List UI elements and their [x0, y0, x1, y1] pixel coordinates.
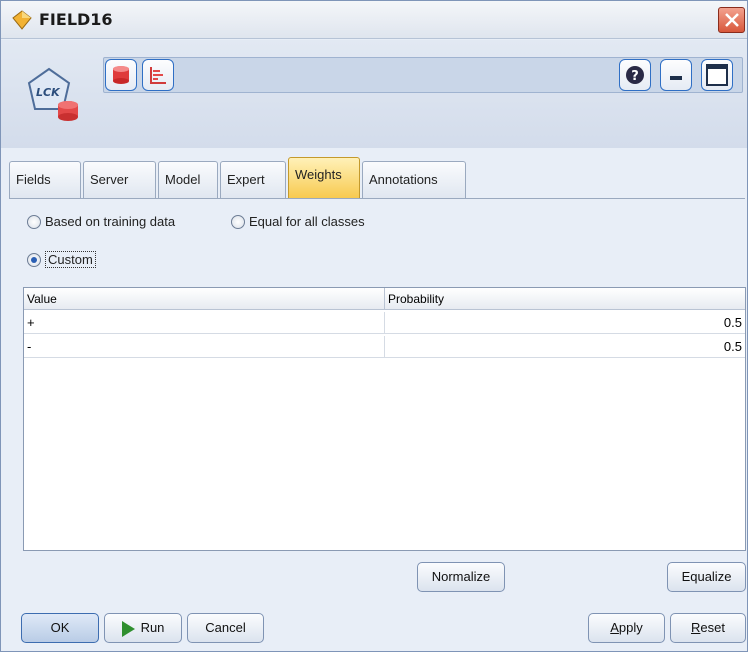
radio-label: Custom: [45, 251, 96, 269]
tab-label: Weights: [295, 167, 342, 182]
apply-label: Apply: [610, 620, 643, 635]
radio-equal-for-all-classes[interactable]: Equal for all classes: [231, 213, 365, 229]
tab-label: Expert: [227, 172, 265, 187]
tab-label: Annotations: [369, 172, 438, 187]
database-button[interactable]: [105, 59, 137, 91]
database-icon: [113, 66, 129, 84]
radio-label: Based on training data: [45, 214, 176, 230]
tab-label: Server: [90, 172, 129, 187]
tab-weights[interactable]: Weights: [288, 157, 360, 199]
diamond-node-icon: [12, 10, 32, 30]
tab-divider: [9, 198, 745, 199]
radio-button[interactable]: [231, 214, 245, 229]
tab-model[interactable]: Model: [158, 161, 218, 199]
model-node-icon: LCK: [27, 67, 78, 121]
tab-expert[interactable]: Expert: [220, 161, 286, 199]
tab-label: Fields: [16, 172, 51, 187]
radio-label: Equal for all classes: [249, 214, 365, 230]
play-icon: [121, 620, 135, 637]
tab-fields[interactable]: Fields: [9, 161, 81, 199]
cancel-button[interactable]: Cancel: [187, 613, 264, 643]
maximize-button[interactable]: [701, 59, 733, 91]
table-cell-value[interactable]: +: [24, 312, 384, 334]
table-cell-value[interactable]: -: [24, 336, 384, 358]
minimize-button[interactable]: [660, 59, 692, 91]
apply-button[interactable]: Apply: [588, 613, 665, 643]
tab-label: Model: [165, 172, 201, 187]
tab-annotations[interactable]: Annotations: [362, 161, 466, 199]
equalize-button[interactable]: Equalize: [667, 562, 746, 592]
column-header-value[interactable]: Value: [24, 288, 384, 310]
bar-chart-icon: [150, 67, 166, 84]
title-bar[interactable]: FIELD16: [1, 1, 747, 39]
maximize-icon: [706, 64, 728, 86]
reset-button[interactable]: Reset: [670, 613, 746, 643]
help-icon: ?: [626, 66, 644, 84]
table-cell-probability[interactable]: 0.5: [384, 312, 745, 334]
close-button[interactable]: [718, 7, 745, 33]
radio-button[interactable]: [27, 252, 41, 267]
run-label: Run: [140, 620, 165, 635]
svg-text:LCK: LCK: [36, 86, 61, 99]
close-icon: [725, 13, 739, 27]
normalize-button[interactable]: Normalize: [417, 562, 505, 592]
chart-button[interactable]: [142, 59, 174, 91]
radio-button[interactable]: [27, 214, 41, 229]
reset-label: Reset: [691, 620, 725, 635]
tab-server[interactable]: Server: [83, 161, 156, 199]
table-cell-probability[interactable]: 0.5: [384, 336, 745, 358]
column-header-probability[interactable]: Probability: [384, 288, 745, 310]
ok-button[interactable]: OK: [21, 613, 99, 643]
radio-based-on-training-data[interactable]: Based on training data: [27, 213, 175, 229]
weights-table[interactable]: Value Probability + 0.5 - 0.5: [23, 287, 746, 551]
radio-custom[interactable]: Custom: [27, 251, 96, 269]
dialog-window: FIELD16 LCK ? Fields Server Model Expert…: [0, 0, 748, 652]
node-toolstrip: ?: [103, 57, 743, 93]
run-button[interactable]: Run: [104, 613, 182, 643]
svg-text:?: ?: [631, 69, 639, 84]
window-title: FIELD16: [39, 10, 113, 29]
minimize-icon: [670, 76, 682, 80]
help-button[interactable]: ?: [619, 59, 651, 91]
